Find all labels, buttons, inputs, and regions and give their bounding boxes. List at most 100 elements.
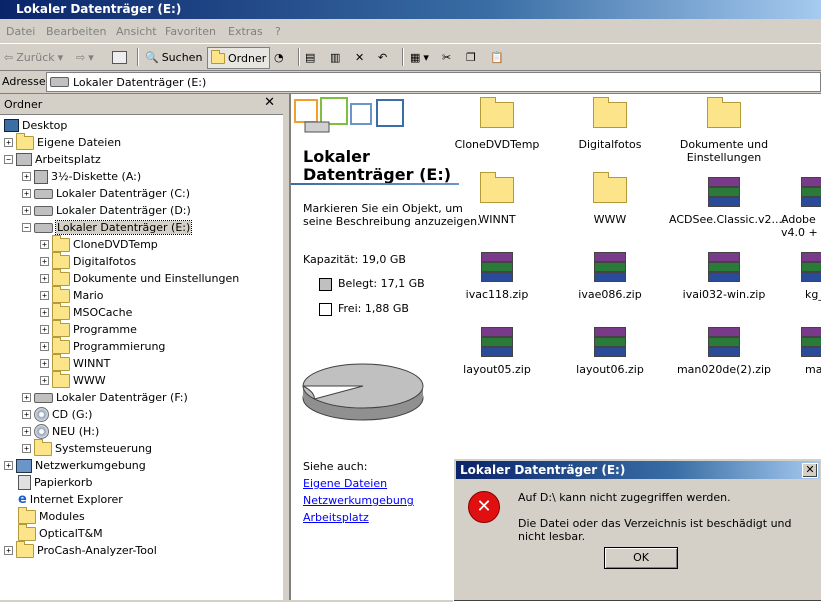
tree-item-internet-explorer[interactable]: e Internet Explorer: [18, 491, 123, 508]
tree-item-desktop[interactable]: Desktop: [4, 117, 67, 134]
link-netzwerkumgebung[interactable]: Netzwerkumgebung: [303, 494, 414, 507]
menu-ansicht[interactable]: Ansicht: [116, 25, 157, 38]
menu-extras[interactable]: Extras: [228, 25, 263, 38]
expand-icon[interactable]: +: [22, 393, 31, 402]
expand-icon[interactable]: +: [22, 206, 31, 215]
expand-icon[interactable]: +: [40, 291, 49, 300]
paste-button[interactable]: 📋: [490, 47, 504, 67]
collapse-icon[interactable]: −: [4, 155, 13, 164]
tree-item-procash[interactable]: + ProCash-Analyzer-Tool: [4, 540, 157, 559]
expand-icon[interactable]: +: [4, 461, 13, 470]
file-item-kg[interactable]: kg_: [781, 252, 821, 301]
tree-item-mario[interactable]: + Mario: [40, 285, 104, 304]
tree-item-digitalfotos[interactable]: + Digitalfotos: [40, 251, 136, 270]
tree-item-modules[interactable]: Modules: [18, 506, 85, 525]
forward-button[interactable]: ⇨ ▾: [76, 47, 94, 67]
history-button[interactable]: ◔: [274, 47, 284, 67]
expand-icon[interactable]: +: [40, 257, 49, 266]
expand-icon[interactable]: +: [40, 240, 49, 249]
tree-item-eigene-dateien[interactable]: + Eigene Dateien: [4, 132, 121, 151]
file-item-man020de[interactable]: man020de(2).zip: [669, 327, 779, 376]
tree-item-diskette[interactable]: + 3½-Diskette (A:): [22, 168, 141, 185]
file-item-layout05[interactable]: layout05.zip: [442, 327, 552, 376]
expand-icon[interactable]: +: [4, 138, 13, 147]
tree-item-cd-g[interactable]: + CD (G:): [22, 406, 92, 423]
move-to-button[interactable]: ▤: [305, 47, 315, 67]
ok-button[interactable]: OK: [604, 547, 678, 569]
tree-item-msocache[interactable]: + MSOCache: [40, 302, 132, 321]
expand-icon[interactable]: +: [40, 342, 49, 351]
back-button[interactable]: ⇦ Zurück ▾: [4, 47, 63, 67]
file-item-winnt[interactable]: WINNT: [442, 171, 552, 226]
undo-button[interactable]: ↶: [378, 47, 387, 67]
menu-favoriten[interactable]: Favoriten: [165, 25, 216, 38]
expand-icon[interactable]: +: [22, 444, 31, 453]
tree-item-arbeitsplatz[interactable]: − Arbeitsplatz: [4, 151, 101, 168]
expand-icon[interactable]: +: [40, 325, 49, 334]
tree-item-papierkorb[interactable]: Papierkorb: [18, 474, 92, 491]
tree-item-dokumente[interactable]: + Dokumente und Einstellungen: [40, 268, 239, 287]
tree-item-neu-h[interactable]: + NEU (H:): [22, 423, 99, 440]
tree-item-clonedvdtemp[interactable]: + CloneDVDTemp: [40, 234, 158, 253]
expand-icon[interactable]: +: [22, 410, 31, 419]
tree-item-label: Netzwerkumgebung: [35, 459, 146, 472]
expand-icon[interactable]: +: [4, 546, 13, 555]
expand-icon[interactable]: +: [40, 376, 49, 385]
file-item-adobe[interactable]: Adobe v4.0 +: [781, 177, 821, 239]
copy-to-button[interactable]: ▥: [330, 47, 340, 67]
copy-to-icon: ▥: [330, 50, 341, 64]
folder-icon: [480, 172, 514, 203]
expand-icon[interactable]: +: [22, 189, 31, 198]
tree-item-systemsteuerung[interactable]: + Systemsteuerung: [22, 438, 152, 457]
tree-item-drive-c[interactable]: + Lokaler Datenträger (C:): [22, 185, 190, 202]
tree-item-netzwerkumgebung[interactable]: + Netzwerkumgebung: [4, 457, 146, 474]
close-pane-button[interactable]: ✕: [264, 95, 275, 110]
delete-button[interactable]: ✕: [355, 47, 364, 67]
title-underline: [291, 183, 459, 185]
file-item-ivae086[interactable]: ivae086.zip: [555, 252, 665, 301]
file-item-mar[interactable]: mar: [781, 327, 821, 376]
tree-item-winnt[interactable]: + WINNT: [40, 353, 110, 372]
file-item-dokumente[interactable]: Dokumente und Einstellungen: [669, 96, 779, 164]
internet-explorer-icon: e: [18, 492, 27, 507]
file-item-ivac118[interactable]: ivac118.zip: [442, 252, 552, 301]
menu-datei[interactable]: Datei: [6, 25, 35, 38]
up-folder-button[interactable]: [112, 47, 127, 67]
search-button[interactable]: 🔍 Suchen: [145, 47, 202, 67]
link-arbeitsplatz[interactable]: Arbeitsplatz: [303, 511, 369, 524]
expand-icon[interactable]: +: [22, 427, 31, 436]
file-item-digitalfotos[interactable]: Digitalfotos: [555, 96, 665, 151]
views-button[interactable]: ▦ ▾: [410, 47, 429, 67]
tree-item-drive-e[interactable]: − Lokaler Datenträger (E:): [22, 219, 193, 236]
menu-help[interactable]: ?: [275, 25, 281, 38]
menu-bearbeiten[interactable]: Bearbeiten: [46, 25, 106, 38]
file-item-www[interactable]: WWW: [555, 171, 665, 226]
copy-button[interactable]: ❐: [466, 47, 476, 67]
tree-item-drive-d[interactable]: + Lokaler Datenträger (D:): [22, 202, 191, 219]
file-item-clonedvdtemp[interactable]: CloneDVDTemp: [442, 96, 552, 151]
folder-icon: [52, 268, 70, 286]
expand-icon[interactable]: +: [40, 359, 49, 368]
expand-icon[interactable]: +: [22, 172, 31, 181]
window-title-bar[interactable]: Lokaler Datenträger (E:): [0, 0, 821, 19]
used-text: Belegt: 17,1 GB: [338, 277, 425, 290]
tree-item-www[interactable]: + WWW: [40, 370, 106, 389]
file-label: ivai032-win.zip: [682, 288, 766, 301]
tree-item-drive-f[interactable]: + Lokaler Datenträger (F:): [22, 389, 188, 406]
expand-icon[interactable]: +: [40, 274, 49, 283]
cut-button[interactable]: ✂: [442, 47, 451, 67]
address-input[interactable]: Lokaler Datenträger (E:): [46, 72, 821, 92]
tree-item-programme[interactable]: + Programme: [40, 319, 137, 338]
folders-button[interactable]: Ordner: [207, 47, 271, 69]
link-eigene-dateien[interactable]: Eigene Dateien: [303, 477, 387, 490]
tree-item-opticaltm[interactable]: OpticalT&M: [18, 523, 103, 542]
file-item-acdsee[interactable]: ACDSee.Classic.v2....: [669, 177, 786, 226]
collapse-icon[interactable]: −: [22, 223, 31, 232]
expand-icon[interactable]: +: [40, 308, 49, 317]
file-item-ivai032[interactable]: ivai032-win.zip: [669, 252, 779, 301]
dialog-title-bar[interactable]: Lokaler Datenträger (E:) ✕: [456, 461, 820, 479]
dialog-close-button[interactable]: ✕: [802, 463, 818, 478]
file-item-layout06[interactable]: layout06.zip: [555, 327, 665, 376]
tree-item-programmierung[interactable]: + Programmierung: [40, 336, 165, 355]
folder-icon: [52, 302, 70, 320]
